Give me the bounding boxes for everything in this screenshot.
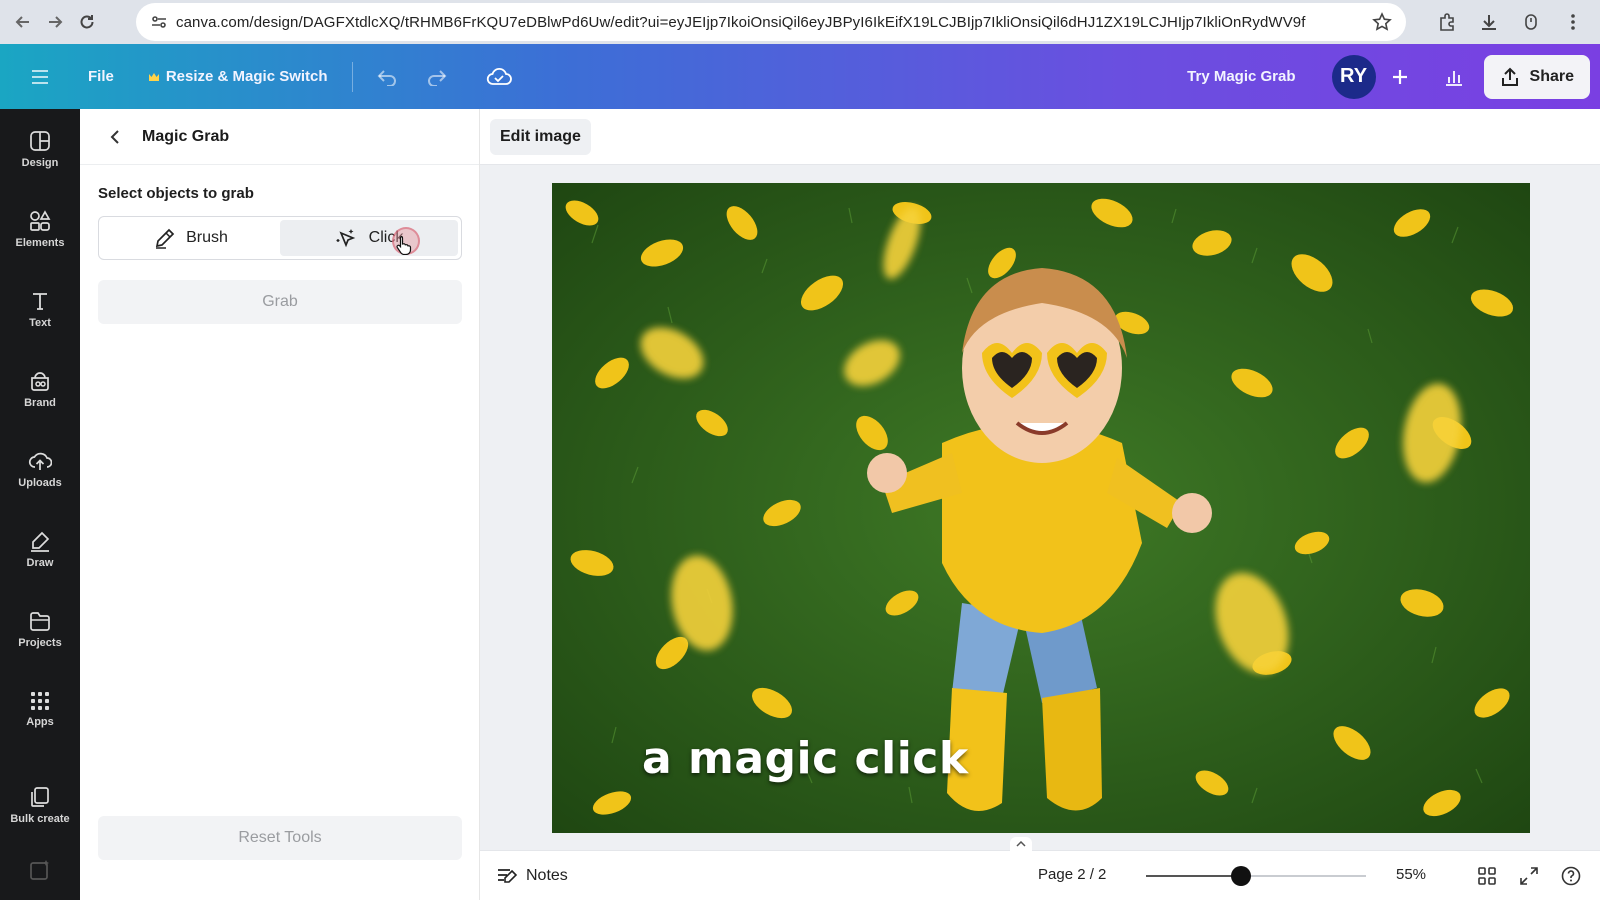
back-chevron-icon[interactable]: [100, 122, 130, 152]
panel-title: Magic Grab: [142, 127, 230, 145]
rail-item-elements[interactable]: Elements: [0, 189, 80, 269]
reset-tools-button[interactable]: Reset Tools: [98, 816, 462, 860]
rail-label-draw: Draw: [26, 556, 54, 569]
hamburger-menu-icon[interactable]: [20, 57, 60, 97]
fullscreen-icon[interactable]: [1516, 863, 1542, 889]
editor-header: File Resize & Magic Switch Try Magic Gra…: [0, 44, 1600, 109]
left-rail: Design Elements Text Brand Uploads Draw: [0, 109, 80, 900]
site-settings-icon[interactable]: [142, 13, 176, 31]
zoom-slider-handle[interactable]: [1230, 866, 1251, 886]
rail-item-brand[interactable]: Brand: [0, 349, 80, 429]
add-collaborator-icon[interactable]: [1380, 57, 1420, 97]
bottom-bar: Notes Page 2 / 2 55%: [480, 837, 1600, 900]
zoom-slider[interactable]: [1146, 866, 1366, 886]
share-button[interactable]: Share: [1483, 54, 1590, 99]
rail-label-projects: Projects: [18, 636, 62, 649]
apps-icon: [30, 691, 50, 711]
panel-header: Magic Grab: [80, 109, 479, 165]
brand-icon: [29, 370, 51, 392]
bookmark-star-icon[interactable]: [1372, 12, 1392, 32]
uploads-icon: [28, 450, 52, 472]
zoom-percentage[interactable]: 55%: [1396, 866, 1426, 883]
rail-label-text: Text: [29, 316, 51, 329]
magic-grab-panel: Magic Grab Select objects to grab Brush …: [80, 109, 480, 900]
brush-label: Brush: [186, 229, 228, 246]
projects-icon: [29, 610, 51, 632]
canvas-photo[interactable]: a magic click: [552, 183, 1530, 833]
rail-label-uploads: Uploads: [18, 476, 62, 489]
brush-mode-button[interactable]: Brush: [102, 220, 280, 256]
resize-magic-switch-button[interactable]: Resize & Magic Switch: [138, 60, 338, 93]
browser-toolbar: canva.com/design/DAGFXtdlcXQ/tRHMB6FrKQU…: [0, 0, 1600, 44]
select-objects-label: Select objects to grab: [98, 185, 254, 202]
rail-label-brand: Brand: [24, 396, 56, 409]
avatar-initials: RY: [1340, 65, 1368, 87]
magic-click-icon: [335, 227, 359, 249]
caption-text[interactable]: a magic click: [642, 733, 969, 784]
profile-icon[interactable]: [1516, 7, 1546, 37]
resize-label: Resize & Magic Switch: [165, 68, 328, 85]
text-icon: [29, 290, 51, 312]
rail-item-apps[interactable]: Apps: [0, 669, 80, 749]
browser-menu-icon[interactable]: [1558, 7, 1588, 37]
brush-pencil-icon: [154, 227, 176, 249]
rail-item-projects[interactable]: Projects: [0, 589, 80, 669]
header-divider: [351, 61, 353, 92]
rail-label-apps: Apps: [26, 715, 54, 728]
redo-icon[interactable]: [417, 57, 457, 97]
cloud-saved-icon[interactable]: [479, 57, 519, 97]
page-indicator[interactable]: Page 2 / 2: [1038, 866, 1106, 883]
download-icon[interactable]: [1474, 7, 1504, 37]
try-magic-grab-button[interactable]: Try Magic Grab: [1177, 60, 1305, 93]
reload-icon[interactable]: [72, 7, 102, 37]
share-upload-icon: [1500, 67, 1520, 87]
hand-cursor-icon: [396, 235, 412, 255]
rail-item-design[interactable]: Design: [0, 109, 80, 189]
context-toolbar: Edit image: [480, 109, 1600, 165]
insights-chart-icon[interactable]: [1434, 57, 1474, 97]
grab-button[interactable]: Grab: [98, 280, 462, 324]
elements-icon: [29, 209, 51, 232]
click-mode-button[interactable]: Click: [280, 220, 458, 256]
selection-mode-toggle: Brush Click: [98, 216, 462, 260]
design-icon: [29, 130, 51, 152]
notes-button[interactable]: Notes: [496, 867, 568, 885]
editor-main: Edit image a magic click Notes Page 2 / …: [480, 109, 1600, 900]
draw-icon: [29, 530, 51, 552]
notes-label: Notes: [526, 866, 568, 884]
help-icon[interactable]: [1558, 863, 1584, 889]
bulk-create-icon: [29, 786, 51, 808]
edit-image-button[interactable]: Edit image: [490, 119, 591, 155]
rail-item-magic-media[interactable]: [0, 845, 80, 895]
rail-label-bulk-create: Bulk create: [10, 812, 70, 825]
rail-label-elements: Elements: [15, 236, 65, 249]
back-arrow-icon[interactable]: [8, 7, 38, 37]
zoom-slider-fill: [1146, 875, 1241, 877]
file-menu-label: File: [88, 68, 114, 85]
avatar[interactable]: RY: [1331, 54, 1376, 99]
notes-icon: [496, 867, 518, 885]
undo-icon[interactable]: [367, 57, 407, 97]
extensions-icon[interactable]: [1432, 7, 1462, 37]
url-text: canva.com/design/DAGFXtdlcXQ/tRHMB6FrKQU…: [176, 13, 1306, 31]
rail-item-text[interactable]: Text: [0, 269, 80, 349]
grid-view-icon[interactable]: [1474, 863, 1500, 889]
chevron-up-icon[interactable]: [1010, 837, 1032, 851]
try-magic-grab-label: Try Magic Grab: [1187, 68, 1296, 85]
magic-media-icon: [29, 859, 51, 881]
forward-arrow-icon[interactable]: [40, 7, 70, 37]
address-bar[interactable]: canva.com/design/DAGFXtdlcXQ/tRHMB6FrKQU…: [136, 3, 1406, 41]
rail-item-bulk-create[interactable]: Bulk create: [0, 765, 80, 845]
crown-icon: [148, 71, 160, 83]
rail-label-design: Design: [21, 156, 59, 169]
rail-item-draw[interactable]: Draw: [0, 509, 80, 589]
rail-item-uploads[interactable]: Uploads: [0, 429, 80, 509]
file-menu-button[interactable]: File: [78, 60, 124, 93]
share-label: Share: [1529, 67, 1574, 85]
